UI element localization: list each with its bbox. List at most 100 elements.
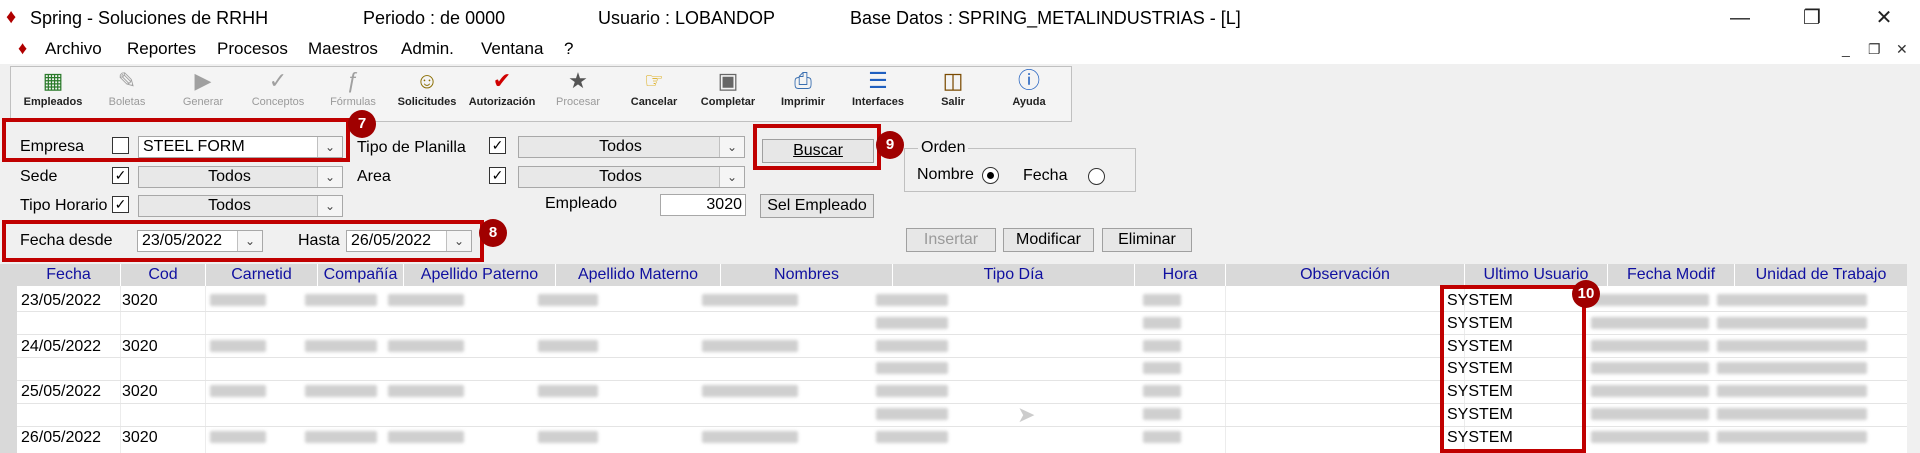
formula-icon: ƒ (346, 68, 360, 93)
restore-icon[interactable]: ❐ (1792, 4, 1832, 32)
close-icon[interactable]: ✕ (1864, 4, 1904, 32)
col-nombres[interactable]: Nombres (721, 264, 893, 286)
toolbar: ▦ Empleados ✎ Boletas ▶ Generar ✓ Conceptos … (0, 64, 1920, 123)
toolbar-ayuda-button[interactable]: ⓘ Ayuda (994, 68, 1064, 118)
grid-row-line (17, 311, 1907, 312)
toolbar-completar-button[interactable]: ▣ Completar (693, 68, 763, 118)
empleado-input[interactable]: 3020 (660, 194, 746, 216)
tipo-planilla-checkbox[interactable]: ✓ (489, 137, 506, 154)
cancel-icon: ☞ (644, 68, 664, 93)
sel-empleado-button[interactable]: Sel Empleado (760, 194, 874, 218)
payslip-icon: ✎ (117, 68, 137, 93)
grid-row-line (17, 334, 1907, 335)
annotation-badge-7: 7 (348, 110, 376, 138)
grid-row-line (17, 426, 1907, 427)
modificar-button[interactable]: Modificar (1003, 228, 1094, 252)
menu-reportes[interactable]: Reportes (127, 39, 196, 59)
area-checkbox[interactable]: ✓ (489, 167, 506, 184)
empleado-label: Empleado (545, 195, 618, 212)
sede-select[interactable]: Todos ⌄ (138, 166, 343, 188)
tipo-planilla-label: Tipo de Planilla (357, 139, 466, 156)
title-bar: ♦ Spring - Soluciones de RRHH Periodo : … (0, 0, 1920, 36)
col-compania[interactable]: Compañía (318, 264, 404, 286)
cell-fecha: 26/05/2022 (21, 429, 102, 446)
help-icon: ⓘ (1017, 68, 1040, 93)
base-datos-text: Base Datos : SPRING_METALINDUSTRIAS - [L… (850, 8, 1241, 28)
annotation-badge-10: 10 (1572, 280, 1600, 308)
col-hora[interactable]: Hora (1135, 264, 1226, 286)
requests-icon: ☺ (415, 68, 439, 93)
employees-icon: ▦ (42, 68, 64, 93)
toolbar-imprimir-button[interactable]: ⎙ Imprimir (768, 68, 838, 118)
toolbar-cancelar-button[interactable]: ☞ Cancelar (619, 68, 689, 118)
empresa-highlight (2, 118, 350, 162)
attendance-grid[interactable]: Fecha Cod Carnetid Compañía Apellido Pat… (17, 264, 1907, 453)
col-apellido-materno[interactable]: Apellido Materno (556, 264, 721, 286)
checkmark-icon: ✔ (492, 68, 512, 93)
toolbar-procesar-button[interactable]: ★ Procesar (543, 68, 613, 118)
chevron-down-icon: ⌄ (317, 167, 342, 187)
area-select[interactable]: Todos ⌄ (518, 166, 745, 188)
menu-maestros[interactable]: Maestros (308, 39, 378, 59)
col-cod[interactable]: Cod (121, 264, 206, 286)
minimize-icon[interactable]: — (1720, 4, 1760, 32)
col-fecha[interactable]: Fecha (17, 264, 121, 286)
orden-fecha-radio[interactable] (1088, 168, 1105, 185)
eliminar-button[interactable]: Eliminar (1102, 228, 1192, 252)
mdi-restore-icon[interactable]: ❐ (1868, 41, 1881, 58)
generate-icon: ▶ (194, 68, 212, 93)
menu-archivo[interactable]: Archivo (45, 39, 102, 59)
insertar-button[interactable]: Insertar (906, 228, 996, 252)
sede-label: Sede (20, 168, 58, 185)
menu-ventana[interactable]: Ventana (481, 39, 543, 59)
cell-cod: 3020 (122, 429, 158, 446)
mdi-close-icon[interactable]: ✕ (1896, 41, 1908, 58)
col-apellido-paterno[interactable]: Apellido Paterno (404, 264, 556, 286)
col-carnetid[interactable]: Carnetid (206, 264, 318, 286)
toolbar-generar-button[interactable]: ▶ Generar (168, 68, 238, 118)
toolbar-autorizacion-button[interactable]: ✔ Autorización (467, 68, 537, 118)
mdi-minimize-icon[interactable]: _ (1842, 41, 1850, 57)
menu-help[interactable]: ? (564, 39, 573, 59)
annotation-badge-8: 8 (479, 219, 507, 247)
app-title: Spring - Soluciones de RRHH (30, 8, 269, 28)
annotation-badge-9: 9 (876, 131, 904, 159)
grid-row-line (17, 380, 1907, 381)
menu-procesos[interactable]: Procesos (217, 39, 288, 59)
col-fecha-modif[interactable]: Fecha Modif (1608, 264, 1735, 286)
toolbar-boletas-button[interactable]: ✎ Boletas (92, 68, 162, 118)
sede-checkbox[interactable]: ✓ (112, 167, 129, 184)
concepts-icon: ✓ (268, 68, 288, 93)
tipo-planilla-select[interactable]: Todos ⌄ (518, 136, 745, 158)
toolbar-formulas-button[interactable]: ƒ Fórmulas (318, 68, 388, 118)
periodo-text: Periodo : de 0000 (363, 8, 506, 28)
cell-fecha: 23/05/2022 (21, 292, 102, 309)
toolbar-empleados-button[interactable]: ▦ Empleados (18, 68, 88, 118)
col-observacion[interactable]: Observación (1226, 264, 1465, 286)
toolbar-solicitudes-button[interactable]: ☺ Solicitudes (392, 68, 462, 118)
tipo-horario-checkbox[interactable]: ✓ (112, 196, 129, 213)
col-tipo-dia[interactable]: Tipo Día (893, 264, 1135, 286)
cell-cod: 3020 (122, 292, 158, 309)
orden-nombre-label: Nombre (917, 166, 974, 183)
filter-panel: Empresa STEEL FORM ⌄ 7 Tipo de Planilla ✓… (0, 110, 1920, 262)
chevron-down-icon: ⌄ (719, 167, 744, 187)
toolbar-salir-button[interactable]: ◫ Salir (918, 68, 988, 118)
cell-fecha: 25/05/2022 (21, 383, 102, 400)
toolbar-interfaces-button[interactable]: ☰ Interfaces (843, 68, 913, 118)
chevron-down-icon: ⌄ (719, 137, 744, 157)
cell-cod: 3020 (122, 383, 158, 400)
menu-logo-icon: ♦ (18, 38, 28, 58)
col-unidad-trabajo[interactable]: Unidad de Trabajo (1735, 264, 1907, 286)
complete-icon: ▣ (717, 68, 739, 93)
interfaces-icon: ☰ (868, 68, 888, 93)
grid-row-selector (0, 264, 17, 453)
orden-label: Orden (918, 139, 969, 157)
toolbar-conceptos-button[interactable]: ✓ Conceptos (243, 68, 313, 118)
menu-admin[interactable]: Admin. (401, 39, 454, 59)
orden-nombre-radio[interactable] (982, 167, 999, 184)
usuario-text: Usuario : LOBANDOP (598, 8, 776, 28)
printer-icon: ⎙ (794, 68, 812, 93)
tipo-horario-select[interactable]: Todos ⌄ (138, 195, 343, 217)
area-label: Area (357, 168, 391, 185)
